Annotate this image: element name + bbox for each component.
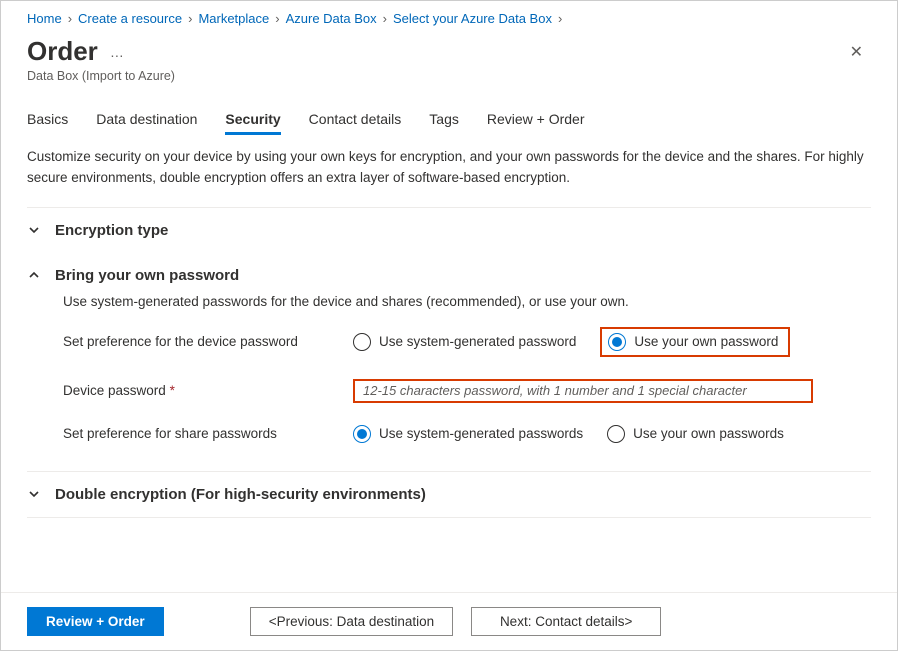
section-byop-body: Use system-generated passwords for the d… [27, 294, 871, 471]
radio-share-sys[interactable]: Use system-generated passwords [353, 425, 583, 443]
radio-device-sys[interactable]: Use system-generated password [353, 333, 576, 351]
device-password-input[interactable] [353, 379, 813, 403]
chevron-right-icon: › [383, 11, 387, 26]
radio-label: Use your own password [634, 334, 778, 349]
radio-label: Use your own passwords [633, 426, 784, 441]
close-icon[interactable]: ✕ [842, 38, 871, 66]
more-icon[interactable]: … [110, 44, 124, 60]
page-title: Order [27, 36, 98, 67]
section-encryption-type[interactable]: Encryption type [27, 208, 871, 253]
tabs: Basics Data destination Security Contact… [27, 105, 871, 133]
breadcrumb-select-data-box[interactable]: Select your Azure Data Box [393, 11, 552, 26]
chevron-right-icon: › [188, 11, 192, 26]
breadcrumb-create-resource[interactable]: Create a resource [78, 11, 182, 26]
radio-share-own[interactable]: Use your own passwords [607, 425, 784, 443]
section-title: Bring your own password [55, 267, 239, 284]
footer: Review + Order <Previous: Data destinati… [1, 592, 897, 650]
tab-review-order[interactable]: Review + Order [487, 105, 585, 133]
tab-contact-details[interactable]: Contact details [309, 105, 402, 133]
radio-label: Use system-generated password [379, 334, 576, 349]
tab-security[interactable]: Security [225, 105, 280, 133]
chevron-right-icon: › [558, 11, 562, 26]
tab-basics[interactable]: Basics [27, 105, 68, 133]
breadcrumb-azure-data-box[interactable]: Azure Data Box [286, 11, 377, 26]
breadcrumb: Home › Create a resource › Marketplace ›… [27, 11, 871, 26]
section-double-encryption[interactable]: Double encryption (For high-security env… [27, 472, 871, 517]
label-device-password-pref: Set preference for the device password [63, 334, 353, 349]
previous-button[interactable]: <Previous: Data destination [250, 607, 453, 636]
label-share-password-pref: Set preference for share passwords [63, 426, 353, 441]
section-byop[interactable]: Bring your own password [27, 253, 871, 294]
section-title: Encryption type [55, 222, 168, 239]
radio-device-own[interactable]: Use your own password [600, 327, 790, 357]
tab-tags[interactable]: Tags [429, 105, 459, 133]
tab-description: Customize security on your device by usi… [27, 147, 871, 189]
chevron-up-icon [27, 268, 41, 282]
chevron-down-icon [27, 223, 41, 237]
radio-label: Use system-generated passwords [379, 426, 583, 441]
byop-description: Use system-generated passwords for the d… [63, 294, 871, 309]
review-order-button[interactable]: Review + Order [27, 607, 164, 636]
next-button[interactable]: Next: Contact details> [471, 607, 661, 636]
divider [27, 517, 871, 518]
section-title: Double encryption (For high-security env… [55, 486, 426, 503]
chevron-down-icon [27, 487, 41, 501]
label-device-password: Device password * [63, 383, 353, 398]
chevron-right-icon: › [68, 11, 72, 26]
tab-data-destination[interactable]: Data destination [96, 105, 197, 133]
page-subtitle: Data Box (Import to Azure) [27, 69, 871, 83]
breadcrumb-marketplace[interactable]: Marketplace [198, 11, 269, 26]
chevron-right-icon: › [275, 11, 279, 26]
breadcrumb-home[interactable]: Home [27, 11, 62, 26]
